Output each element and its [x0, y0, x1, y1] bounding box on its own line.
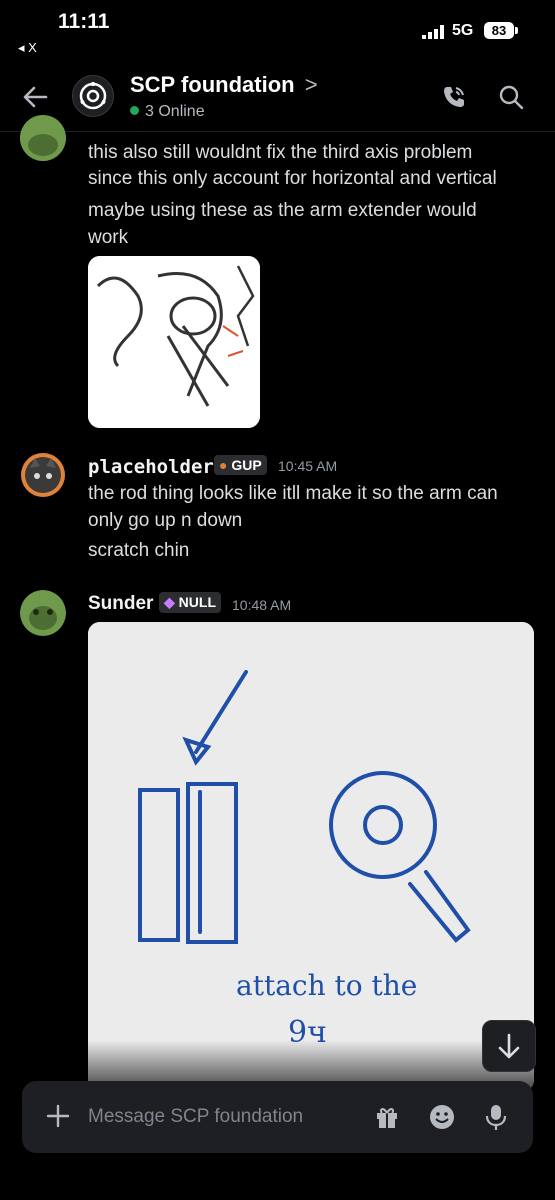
message-input[interactable]: Message SCP foundation: [88, 1106, 303, 1128]
message-line: this also still wouldnt fix the third ax…: [88, 142, 473, 163]
message-line: work: [88, 227, 129, 248]
arrow-down-icon: [498, 1033, 520, 1059]
bottom-safe-area: [0, 1160, 555, 1200]
scp-logo-icon: [79, 82, 107, 110]
network-label: 5G: [452, 22, 474, 39]
sketch-image: attach to the 9ч: [88, 622, 534, 1092]
online-dot-icon: [130, 106, 139, 115]
emoji-icon[interactable]: [429, 1104, 455, 1130]
avatar[interactable]: [20, 115, 66, 161]
username[interactable]: Sunder: [88, 593, 153, 615]
battery-level: 83: [484, 22, 514, 39]
microphone-icon[interactable]: [484, 1103, 508, 1131]
attachment-image[interactable]: [88, 256, 260, 428]
cat-avatar-icon: [21, 453, 65, 497]
message-line: maybe using these as the arm extender wo…: [88, 200, 477, 221]
avatar[interactable]: [20, 452, 66, 498]
phone-icon[interactable]: [441, 84, 467, 110]
gem-icon: ◆: [164, 594, 175, 610]
channel-name: SCP foundation: [130, 72, 295, 97]
plus-icon[interactable]: [46, 1104, 70, 1128]
frog-avatar-icon: [20, 115, 66, 161]
signal-icon: [422, 25, 444, 39]
role-badge: ● GUP: [214, 455, 267, 475]
battery-tip: [515, 27, 518, 34]
username[interactable]: placeholder: [88, 456, 214, 478]
attachment-image[interactable]: attach to the 9ч: [88, 622, 534, 1092]
back-arrow-icon[interactable]: [22, 85, 48, 109]
badge-label: GUP: [231, 457, 262, 473]
message-line: the rod thing looks like itll make it so…: [88, 483, 498, 504]
gup-badge-icon: ●: [219, 457, 228, 473]
message-line: scratch chin: [88, 540, 190, 561]
online-label: 3 Online: [145, 103, 205, 120]
sketch-image: [88, 256, 260, 428]
badge-label: NULL: [178, 594, 216, 610]
search-icon[interactable]: [498, 84, 524, 110]
online-count: 3 Online: [130, 103, 205, 121]
back-to-app-link[interactable]: ◂ X: [18, 40, 37, 56]
message-line: only go up n down: [88, 510, 243, 531]
channel-title[interactable]: SCP foundation >: [130, 72, 318, 98]
timestamp: 10:48 AM: [232, 597, 292, 613]
jump-to-present-button[interactable]: [482, 1020, 536, 1072]
frog-avatar-icon: [20, 590, 66, 636]
role-badge: ◆ NULL: [159, 592, 221, 613]
status-time: 11:11: [58, 10, 110, 33]
server-icon[interactable]: [72, 75, 114, 117]
gift-icon[interactable]: [374, 1104, 400, 1130]
sketch-caption-line1: attach to the: [236, 969, 417, 1002]
avatar[interactable]: [20, 590, 66, 636]
message-line: since this only account for horizontal a…: [88, 168, 497, 189]
chevron-right-icon: >: [304, 72, 318, 97]
header-divider: [0, 131, 555, 132]
timestamp: 10:45 AM: [278, 458, 338, 474]
